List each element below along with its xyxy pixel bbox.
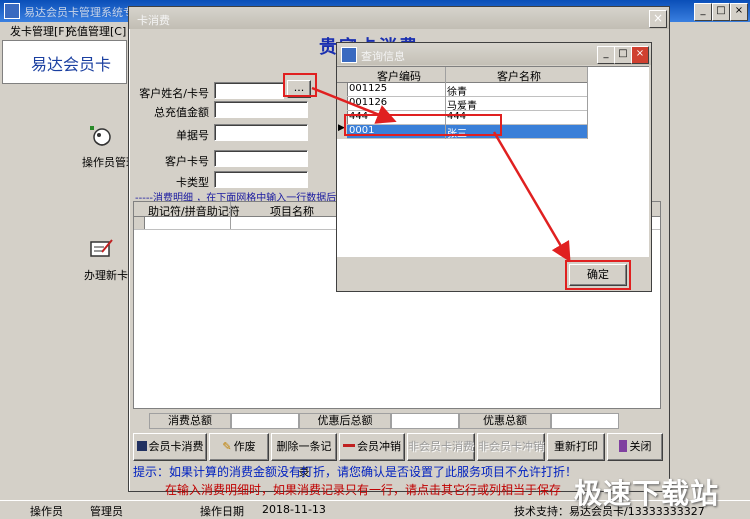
arrow-to-row bbox=[311, 86, 397, 124]
arrow-to-confirm bbox=[492, 131, 571, 263]
watermark: 极速下载站 bbox=[574, 477, 720, 510]
annotation-arrows bbox=[311, 86, 571, 263]
